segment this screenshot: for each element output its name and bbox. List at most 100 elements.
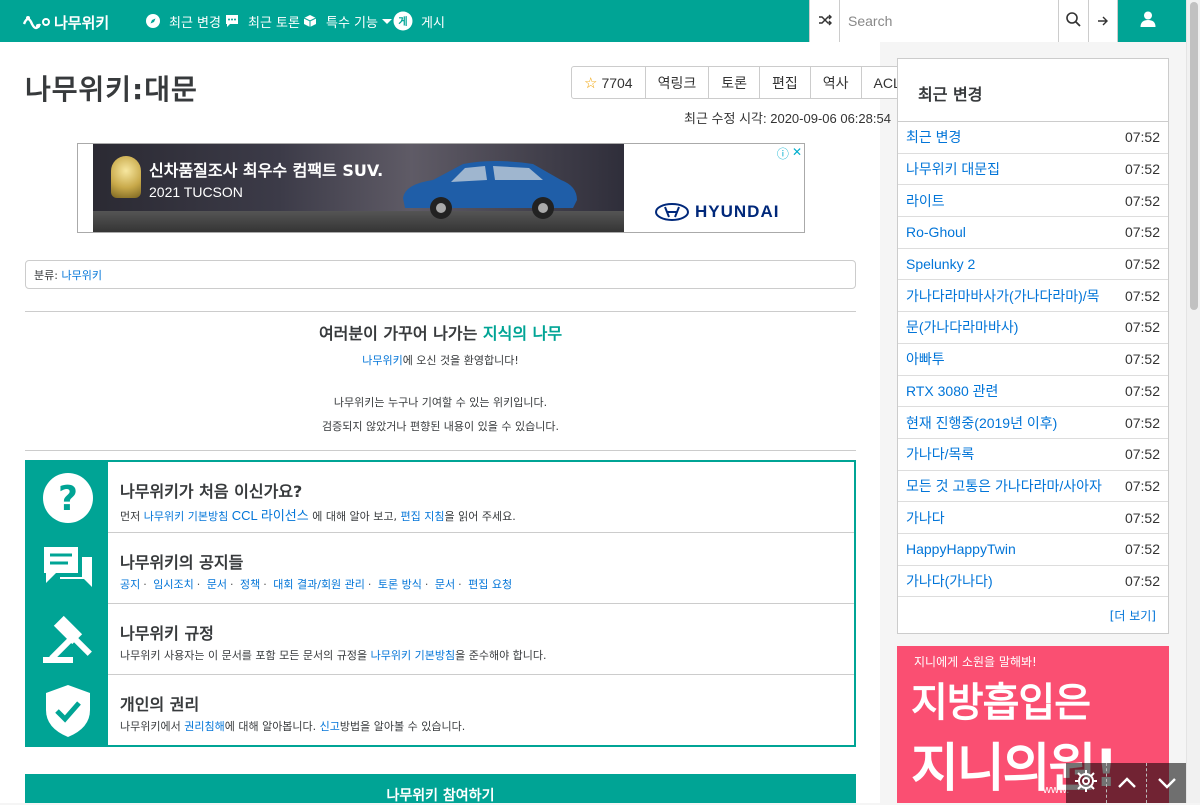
ad-headline: 신차품질조사 최우수 컴팩트 SUV. <box>149 161 384 180</box>
info-text-part: 을 읽어 주세요. <box>444 510 516 523</box>
sidebar-item[interactable]: 나무위키 대문집 07:52 <box>898 154 1168 186</box>
info-text-part: 을 준수해야 합니다. <box>455 649 547 662</box>
sidebar-item[interactable]: 최근 변경 07:52 <box>898 122 1168 154</box>
top-advertisement[interactable]: 신차품질조사 최우수 컴팩트 SUV. 2021 TUCSON HYUNDAI … <box>77 143 805 233</box>
sidebar-item[interactable]: Spelunky 2 07:52 <box>898 249 1168 281</box>
sidebar-item-name[interactable]: 라이트 <box>906 191 945 211</box>
info-link[interactable]: 임시조치 <box>153 578 193 591</box>
info-link[interactable]: 신고 <box>320 720 340 733</box>
car-image-icon <box>403 161 577 219</box>
sidebar-item[interactable]: 가나다라마바사가(가나다라마)/목 07:52 <box>898 280 1168 313</box>
sidebar-item[interactable]: 가나다(가나다) 07:52 <box>898 566 1168 598</box>
sidebar-item-name[interactable]: HappyHappyTwin <box>906 541 1016 557</box>
sidebar-item-name[interactable]: RTX 3080 관련 <box>906 381 998 401</box>
notice-text: 에 오신 것을 환영합니다! <box>402 354 519 367</box>
notice-title-link[interactable]: 지식의 나무 <box>483 324 562 343</box>
info-link[interactable]: 회원 관리 <box>321 578 365 591</box>
nav-label: 특수 기능 <box>326 15 378 31</box>
sidebar-item-name[interactable]: Ro-Ghoul <box>906 224 966 240</box>
sidebar-item-name[interactable]: 가나다/목록 <box>906 444 974 464</box>
participate-banner[interactable]: 나무위키 참여하기 <box>25 774 856 804</box>
sidebar-item-time: 07:52 <box>1124 192 1160 209</box>
notice-link[interactable]: 나무위키 <box>362 354 402 367</box>
sidebar-item[interactable]: 아빠투 07:52 <box>898 344 1168 376</box>
hyundai-logo-icon <box>655 203 689 221</box>
sidebar-item-name[interactable]: 가나다 <box>906 508 945 528</box>
svg-text:?: ? <box>58 479 78 519</box>
ad-info-icon[interactable]: ⓘ <box>777 145 789 162</box>
user-icon <box>1140 11 1156 31</box>
sidebar-item-name[interactable]: 아빠투 <box>906 349 945 369</box>
info-link[interactable]: 문서 <box>435 578 455 591</box>
side-ad-line2: 지방흡입은 <box>911 680 1091 726</box>
sidebar-item-name[interactable]: Spelunky 2 <box>906 256 975 272</box>
sidebar-item[interactable]: 현재 진행중(2019년 이후) 07:52 <box>898 407 1168 439</box>
info-link[interactable]: 나무위키 기본방침 <box>371 649 455 662</box>
info-link[interactable]: 나무위키 기본방침 <box>144 510 228 523</box>
info-text: 먼저 나무위키 기본방침 CCL 라이선스 에 대해 알아 보고, 편집 지침을… <box>120 505 516 524</box>
info-link[interactable]: 권리침해 <box>184 720 224 733</box>
discussion-button[interactable]: 토론 <box>709 67 761 98</box>
more-link[interactable]: [더 보기] <box>1110 607 1156 624</box>
star-button[interactable]: ☆ 7704 <box>572 67 646 98</box>
search-button[interactable] <box>1059 0 1089 42</box>
comment-icon <box>224 13 240 29</box>
sidebar-item[interactable]: 라이트 07:52 <box>898 185 1168 218</box>
sidebar-item[interactable]: Ro-Ghoul 07:52 <box>898 217 1168 249</box>
page-scrollbar[interactable] <box>1186 0 1200 803</box>
arrow-right-icon <box>1097 12 1109 31</box>
info-title: 개인의 권리 <box>120 695 200 714</box>
scroll-top-button[interactable] <box>1106 763 1146 803</box>
info-text-part: 나무위키에서 <box>120 720 181 733</box>
info-link[interactable]: 대회 결과 <box>273 578 317 591</box>
info-link[interactable]: 공지 <box>120 578 140 591</box>
scrollbar-thumb[interactable] <box>1190 2 1198 310</box>
sidebar-item[interactable]: 가나다/목록 07:52 <box>898 439 1168 471</box>
edit-button[interactable]: 편집 <box>760 67 811 98</box>
sidebar-item[interactable]: 모든 것 고통은 가나다라마/사아자 07:52 <box>898 471 1168 503</box>
sidebar-item-name[interactable]: 최근 변경 <box>906 127 961 147</box>
sidebar-item-name[interactable]: 모든 것 고통은 가나다라마/사아자 <box>906 476 1102 496</box>
settings-button[interactable] <box>1066 763 1106 803</box>
ad-close-icon[interactable]: ✕ <box>792 145 802 162</box>
history-button[interactable]: 역사 <box>811 67 862 98</box>
search-input[interactable] <box>840 0 1059 42</box>
shield-check-icon <box>27 675 108 746</box>
info-link[interactable]: 토론 방식 <box>378 578 422 591</box>
divider <box>25 450 856 451</box>
random-button[interactable] <box>810 0 840 42</box>
go-button[interactable] <box>1089 0 1118 42</box>
sidebar-item-name[interactable]: 문(가나다라마바사) <box>906 317 1018 337</box>
nav-recent-discussions[interactable]: 최근 토론 <box>224 0 300 42</box>
sidebar-item[interactable]: 문(가나다라마바사) 07:52 <box>898 312 1168 344</box>
site-logo[interactable]: 나무위키 <box>22 10 118 32</box>
sidebar-more: [더 보기] <box>898 597 1168 633</box>
floating-controls <box>1066 763 1186 803</box>
info-link[interactable]: 정책 <box>240 578 260 591</box>
info-link[interactable]: 문서 <box>207 578 227 591</box>
info-link[interactable]: CCL 라이선스 <box>232 508 309 523</box>
backlinks-button[interactable]: 역링크 <box>646 67 710 98</box>
sidebar-item-name[interactable]: 현재 진행중(2019년 이후) <box>906 413 1057 433</box>
gavel-icon <box>27 604 108 675</box>
nav-board[interactable]: 게 게시 <box>393 0 445 42</box>
user-menu-button[interactable] <box>1119 0 1177 42</box>
sidebar-item-name[interactable]: 가나다(가나다) <box>906 571 993 591</box>
category-link[interactable]: 나무위키 <box>61 267 101 283</box>
info-row-first-time: ? 나무위키가 처음 이신가요? 먼저 나무위키 기본방침 CCL 라이선스 에… <box>27 462 854 533</box>
info-link[interactable]: 편집 요청 <box>468 578 512 591</box>
scroll-bottom-button[interactable] <box>1146 763 1186 803</box>
sidebar-item-name[interactable]: 가나다라마바사가(가나다라마)/목 <box>906 286 1100 306</box>
sidebar-item-name[interactable]: 나무위키 대문집 <box>906 159 1000 179</box>
info-link[interactable]: 편집 지침 <box>401 510 445 523</box>
chevron-up-icon <box>1117 774 1137 793</box>
nav-special-functions[interactable]: 특수 기능 <box>302 0 392 42</box>
nav-recent-changes[interactable]: 최근 변경 <box>145 0 221 42</box>
sidebar-item[interactable]: RTX 3080 관련 07:52 <box>898 376 1168 408</box>
recent-changes-sidebar: 최근 변경 최근 변경 07:52 나무위키 대문집 07:52 라이트 07:52 … <box>897 58 1169 634</box>
sidebar-item[interactable]: HappyHappyTwin 07:52 <box>898 534 1168 566</box>
info-title: 나무위키가 처음 이신가요? <box>120 482 303 501</box>
sidebar-item[interactable]: 가나다 07:52 <box>898 502 1168 534</box>
notice-line-2: 나무위키는 누구나 기여할 수 있는 위키입니다. <box>333 396 548 409</box>
info-box: ? 나무위키가 처음 이신가요? 먼저 나무위키 기본방침 CCL 라이선스 에… <box>25 460 856 747</box>
